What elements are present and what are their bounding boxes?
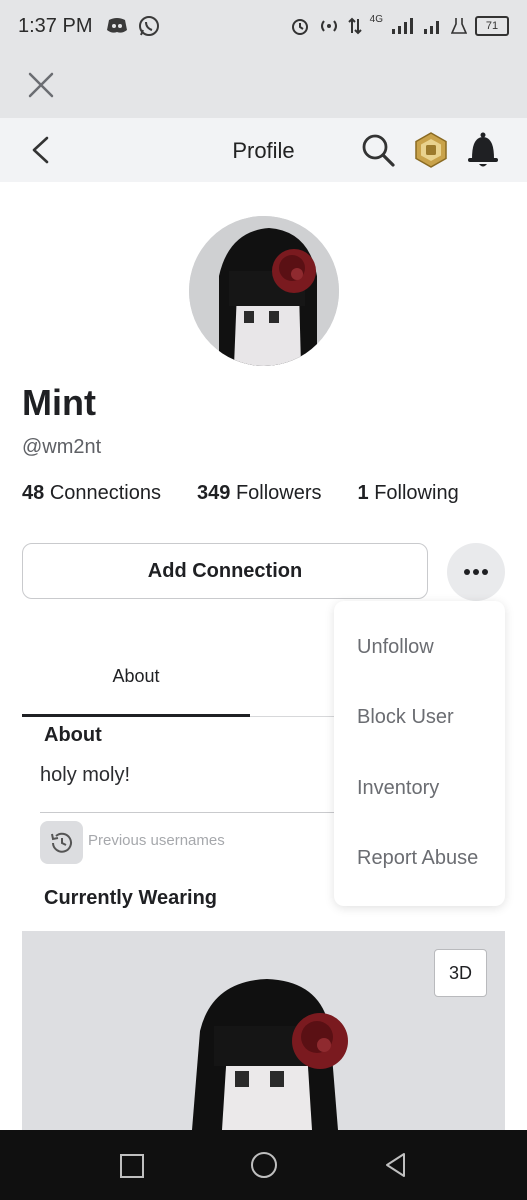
close-icon[interactable] [28, 72, 54, 98]
avatar-image [189, 216, 339, 366]
previous-usernames-button[interactable] [40, 821, 83, 864]
active-tab-indicator [22, 714, 250, 717]
data-arrows-icon [347, 17, 362, 35]
avatar-preview[interactable] [22, 931, 505, 1130]
profile-options-menu: Unfollow Block User Inventory Report Abu… [334, 601, 505, 906]
stat-label: Following [374, 482, 459, 504]
username: @wm2nt [22, 436, 102, 458]
tab-about[interactable]: About [22, 666, 250, 687]
home-icon[interactable] [251, 1152, 277, 1178]
stat-count: 48 [22, 482, 45, 504]
system-nav-bar [0, 1130, 527, 1200]
alarm-icon [291, 19, 308, 35]
signal-icon [424, 21, 439, 34]
stat-count: 349 [197, 482, 231, 504]
profile-stats: 48 Connections 349 Followers 1 Following [22, 482, 459, 505]
webview-close-bar [0, 52, 527, 118]
history-icon [50, 832, 72, 853]
menu-item-block-user[interactable]: Block User [357, 706, 454, 729]
about-heading: About [44, 724, 102, 746]
status-bar: 1:37 PM 4G 71 [0, 0, 527, 52]
system-back-icon[interactable] [384, 1152, 408, 1178]
display-name: Mint [22, 382, 96, 423]
network-type: 4G [369, 13, 383, 25]
avatar-full-image [192, 979, 348, 1130]
top-nav-bar: Profile [0, 118, 527, 182]
stat-following[interactable]: 1 Following [358, 482, 459, 505]
toggle-3d-button[interactable]: 3D [434, 949, 487, 997]
menu-item-report-abuse[interactable]: Report Abuse [357, 847, 478, 870]
about-description: holy moly! [40, 764, 131, 786]
stat-label: Followers [235, 482, 322, 504]
currently-wearing-heading: Currently Wearing [44, 887, 217, 909]
avatar[interactable] [189, 216, 339, 366]
recents-icon[interactable] [120, 1154, 144, 1178]
signal-icon [392, 18, 413, 34]
battery-level: 71 [485, 20, 499, 32]
whatsapp-icon [139, 16, 160, 36]
stat-count: 1 [357, 482, 369, 504]
bell-icon[interactable] [466, 131, 500, 169]
menu-item-unfollow[interactable]: Unfollow [357, 636, 434, 659]
more-dots-icon [464, 569, 488, 575]
robux-icon[interactable] [413, 132, 449, 168]
battery-icon: 71 [475, 16, 509, 36]
search-icon[interactable] [360, 132, 396, 168]
discord-icon [107, 18, 128, 33]
stat-label: Connections [49, 482, 161, 504]
stat-followers[interactable]: 349 Followers [197, 482, 322, 505]
more-options-button[interactable] [447, 543, 505, 601]
previous-usernames-label[interactable]: Previous usernames [88, 832, 225, 849]
add-connection-button[interactable]: Add Connection [22, 543, 428, 599]
about-divider [40, 812, 340, 813]
hotspot-icon [320, 20, 337, 32]
menu-item-inventory[interactable]: Inventory [357, 777, 439, 800]
lab-icon [451, 18, 467, 34]
status-time: 1:37 PM [18, 14, 93, 37]
stat-connections[interactable]: 48 Connections [22, 482, 161, 505]
